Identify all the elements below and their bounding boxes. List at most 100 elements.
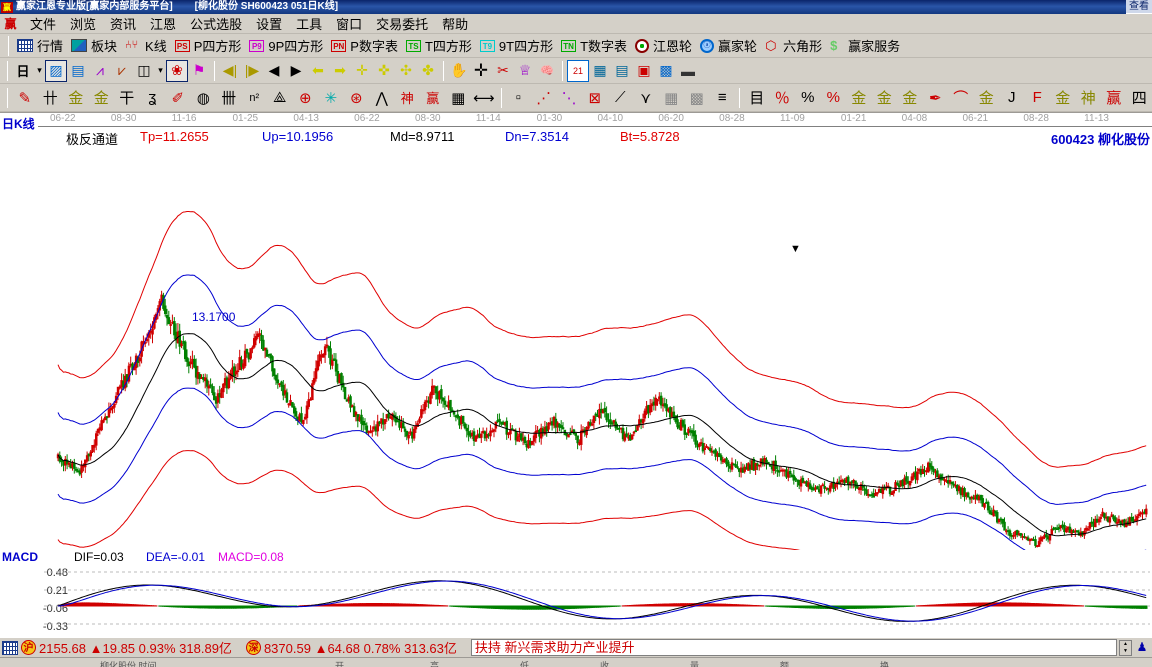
shape-tool-button[interactable]: ♕ bbox=[514, 60, 536, 82]
grid-fine-button[interactable]: ▦ bbox=[659, 86, 685, 110]
toolbar-button-winner-service[interactable]: $ 赢家服务 bbox=[826, 35, 904, 56]
scissors-tool-button[interactable]: ✂ bbox=[492, 60, 514, 82]
spiral-tool-button[interactable]: ʓ bbox=[140, 86, 166, 110]
notes-button[interactable]: ▤ bbox=[611, 60, 633, 82]
indicator-3-button[interactable]: ⩘ bbox=[89, 60, 111, 82]
toolbar-button-gann-wheel[interactable]: 江恩轮 bbox=[631, 35, 696, 56]
menu-item-browse[interactable]: 浏览 bbox=[63, 12, 103, 35]
menu-item-settings[interactable]: 设置 bbox=[249, 12, 289, 35]
menu-item-file[interactable]: 文件 bbox=[23, 12, 63, 35]
menu-item-window[interactable]: 窗口 bbox=[329, 12, 369, 35]
pen-tool-button[interactable]: ✎ bbox=[12, 86, 38, 110]
parallel-button[interactable]: ≡ bbox=[710, 86, 736, 110]
fan-box-button[interactable]: ⊠ bbox=[582, 86, 608, 110]
fan-red-button[interactable]: ⋰ bbox=[531, 86, 557, 110]
gold-circle2-button[interactable]: 金 bbox=[872, 86, 898, 110]
shen-button[interactable]: 神 bbox=[395, 86, 421, 110]
angle-button[interactable]: ⟁ bbox=[267, 86, 293, 110]
pen3-button[interactable]: ✒ bbox=[923, 86, 949, 110]
hand-tool-button[interactable]: ✋ bbox=[448, 60, 470, 82]
calendar-button[interactable]: 21 bbox=[567, 60, 589, 82]
news-scroll-spinner[interactable]: ▲▼ bbox=[1119, 640, 1132, 656]
flag-button[interactable]: ⚑ bbox=[188, 60, 210, 82]
news-ticker[interactable]: 扶持 新兴需求助力产业提升 bbox=[471, 639, 1117, 656]
grid2-button[interactable]: 卌 bbox=[216, 86, 242, 110]
brain-tool-button[interactable]: 🧠 bbox=[536, 60, 558, 82]
percent-button[interactable]: % bbox=[795, 86, 821, 110]
menu-item-formula-screen[interactable]: 公式选股 bbox=[183, 12, 249, 35]
toolbar-button-p-square[interactable]: PS P四方形 bbox=[171, 35, 246, 56]
grid-lines-button[interactable]: 卄 bbox=[38, 86, 64, 110]
toolbar-button-p-number-table[interactable]: PN P数字表 bbox=[327, 35, 402, 56]
index-badge-sz[interactable]: 深 bbox=[246, 640, 261, 655]
circle-grid-button[interactable]: ◍ bbox=[191, 86, 217, 110]
pattern-button[interactable]: ❀ bbox=[166, 60, 188, 82]
menu-item-tools[interactable]: 工具 bbox=[289, 12, 329, 35]
percent2-button[interactable]: % bbox=[821, 86, 847, 110]
data-table-header-strip[interactable]: 柳化股份 时间 开 高 低 收 量 额 换 bbox=[0, 657, 1152, 667]
toolbar-button-9t-square[interactable]: T9 9T四方形 bbox=[476, 35, 557, 56]
zoom-left-button[interactable]: ⬅ bbox=[307, 60, 329, 82]
index-sz-values[interactable]: 8370.59 ▲64.68 0.78% 313.63亿 bbox=[264, 638, 457, 657]
next-button[interactable]: ▶ bbox=[285, 60, 307, 82]
zoom-right-button[interactable]: ➡ bbox=[329, 60, 351, 82]
gold-ratio2-button[interactable]: 金 bbox=[89, 86, 115, 110]
shen-line-button[interactable]: 神 bbox=[1076, 86, 1102, 110]
fan-purple-button[interactable]: ⋱ bbox=[557, 86, 583, 110]
arc-button[interactable]: ⌒ bbox=[948, 86, 974, 110]
index-badge-sh[interactable]: 沪 bbox=[21, 640, 36, 655]
report-button[interactable]: ▤ bbox=[67, 60, 89, 82]
gold-line1-button[interactable]: 金 bbox=[897, 86, 923, 110]
gold-ratio1-button[interactable]: 金 bbox=[63, 86, 89, 110]
multi-chart-button[interactable]: ▨ bbox=[45, 60, 67, 82]
ying-line-button[interactable]: 赢 bbox=[1101, 86, 1127, 110]
toolbar-button-kline[interactable]: ⑃⑂ K线 bbox=[121, 35, 171, 56]
gold-circle1-button[interactable]: 金 bbox=[846, 86, 872, 110]
calculator-button[interactable]: ▦ bbox=[589, 60, 611, 82]
toolbar-button-winner-wheel[interactable]: ⓐ 赢家轮 bbox=[696, 35, 761, 56]
spider-button[interactable]: ⊛ bbox=[344, 86, 370, 110]
crosshair-tool-button[interactable]: ✛ bbox=[470, 60, 492, 82]
network-button[interactable]: ▩ bbox=[655, 60, 677, 82]
percent-chart-button[interactable]: ％ bbox=[770, 86, 796, 110]
tray-icon[interactable]: ♟ bbox=[1134, 640, 1150, 656]
index-sh-values[interactable]: 2155.68 ▲19.85 0.93% 318.89亿 bbox=[39, 638, 232, 657]
target-button[interactable]: ⊕ bbox=[293, 86, 319, 110]
measure-button[interactable]: ⟷ bbox=[471, 86, 497, 110]
period-day-button[interactable]: 日 bbox=[12, 60, 34, 82]
f-line-button[interactable]: F bbox=[1025, 86, 1051, 110]
toolbar-button-9p-square[interactable]: P9 9P四方形 bbox=[245, 35, 327, 56]
zigzag-button[interactable]: ⋎ bbox=[633, 86, 659, 110]
rect-button[interactable]: ▫ bbox=[506, 86, 532, 110]
titlebar-right-tab[interactable]: 查看 bbox=[1126, 0, 1152, 14]
status-grid-icon[interactable] bbox=[2, 641, 18, 655]
wave-button[interactable]: ⋀ bbox=[369, 86, 395, 110]
toolbar-button-blocks[interactable]: 板块 bbox=[67, 35, 121, 56]
gold-line3-button[interactable]: 金 bbox=[1050, 86, 1076, 110]
zoom-fit-button[interactable]: ✣ bbox=[395, 60, 417, 82]
save-button[interactable]: ▣ bbox=[633, 60, 655, 82]
zoom-out-button[interactable]: ✜ bbox=[373, 60, 395, 82]
prev-button[interactable]: ◀ bbox=[263, 60, 285, 82]
zoom-in-button[interactable]: ✛ bbox=[351, 60, 373, 82]
trend-button[interactable]: ⟋ bbox=[608, 86, 634, 110]
menu-item-trade[interactable]: 交易委托 bbox=[369, 12, 435, 35]
period-dropdown-arrow[interactable]: ▾ bbox=[34, 60, 45, 82]
ying-button[interactable]: 赢 bbox=[420, 86, 446, 110]
grid3-button[interactable]: ▦ bbox=[446, 86, 472, 110]
pen2-tool-button[interactable]: ✐ bbox=[165, 86, 191, 110]
zoom-reset-button[interactable]: ✤ bbox=[417, 60, 439, 82]
toolbar-button-t-number-table[interactable]: TN T数字表 bbox=[557, 35, 631, 56]
last-page-button[interactable]: |▶ bbox=[241, 60, 263, 82]
toolbar-button-hexagon[interactable]: ⬡ 六角形 bbox=[761, 35, 826, 56]
star-button[interactable]: ✳ bbox=[318, 86, 344, 110]
indicator-9-button[interactable]: ⩗ bbox=[111, 60, 133, 82]
n2-button[interactable]: n² bbox=[242, 86, 268, 110]
toolbar-button-t-square[interactable]: TS T四方形 bbox=[402, 35, 476, 56]
gold-line2-button[interactable]: 金 bbox=[974, 86, 1000, 110]
first-page-button[interactable]: ◀| bbox=[219, 60, 241, 82]
grid-arrow-button[interactable]: ▩ bbox=[684, 86, 710, 110]
print-button[interactable]: ▬ bbox=[677, 60, 699, 82]
menu-item-news[interactable]: 资讯 bbox=[103, 12, 143, 35]
si-line-button[interactable]: 四 bbox=[1127, 86, 1152, 110]
